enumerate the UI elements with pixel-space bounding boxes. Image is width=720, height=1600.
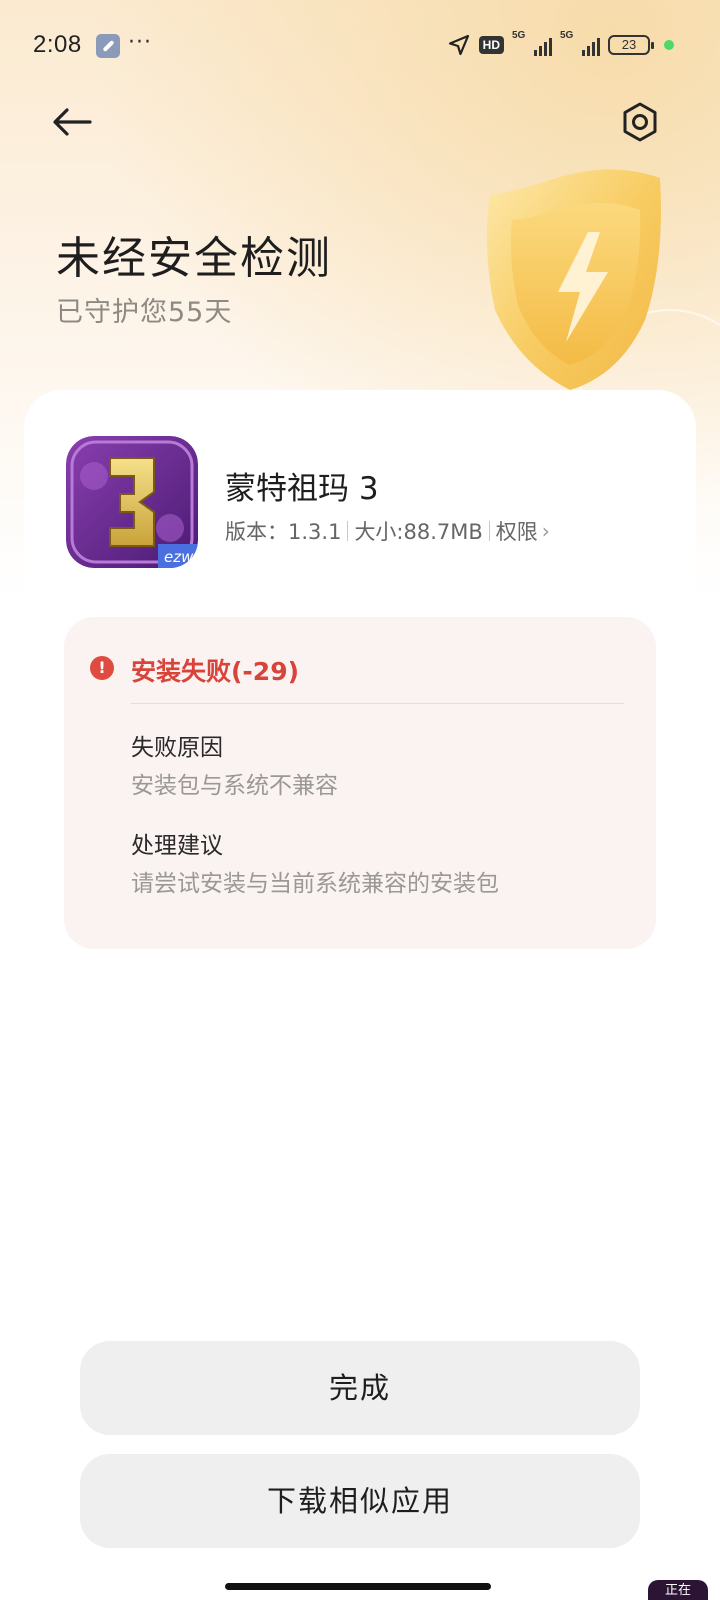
- status-time: 2:08: [33, 31, 82, 58]
- battery-icon: 23: [608, 35, 654, 55]
- install-result-screen: 2:08 ··· HD 5G 5G 23 未经安全检测 已守护您55天 ezw …: [0, 0, 720, 1600]
- gear-icon: [623, 102, 657, 142]
- back-arrow-icon: [53, 108, 92, 136]
- floating-window-label: 正在: [664, 1583, 691, 1598]
- error-divider: [131, 703, 624, 704]
- advice-label: 处理建议: [131, 833, 223, 859]
- app-icon: ezw: [66, 436, 198, 568]
- page-title: 未经安全检测: [56, 233, 332, 284]
- home-indicator[interactable]: [225, 1583, 491, 1590]
- hd-voice-icon: HD: [478, 36, 504, 54]
- signal-5g-icon-2: 5G: [560, 30, 600, 58]
- floating-window-thumbnail[interactable]: 正在: [648, 1580, 708, 1600]
- shield-illustration: [460, 150, 720, 491]
- settings-button[interactable]: [616, 98, 664, 150]
- app-size: 大小:88.7MB: [354, 520, 483, 544]
- failure-reason-label: 失败原因: [131, 735, 223, 761]
- status-icons: HD 5G 5G 23: [447, 30, 674, 60]
- chevron-right-icon: ›: [541, 519, 550, 543]
- location-arrow-icon: [447, 33, 471, 57]
- error-icon: !: [90, 656, 114, 680]
- protection-days: 已守护您55天: [56, 297, 233, 328]
- more-notifications-icon: ···: [128, 30, 152, 55]
- meta-separator: [347, 521, 349, 541]
- failure-reason-value: 安装包与系统不兼容: [131, 773, 338, 799]
- permissions-label: 权限: [495, 520, 538, 544]
- permissions-link[interactable]: 权限 ›: [496, 516, 550, 546]
- advice-value: 请尝试安装与当前系统兼容的安装包: [131, 871, 499, 897]
- app-meta: 版本：1.3.1 大小:88.7MB 权限 ›: [225, 516, 550, 546]
- done-button[interactable]: 完成: [80, 1341, 640, 1435]
- privacy-indicator-dot: [664, 40, 674, 50]
- meta-separator: [488, 521, 490, 541]
- error-title: 安装失败(-29): [131, 657, 300, 686]
- app-name: 蒙特祖玛 3: [225, 471, 379, 507]
- status-bar: 2:08 ··· HD 5G 5G 23: [0, 0, 720, 92]
- app-version: 版本：1.3.1: [225, 520, 342, 544]
- download-similar-button[interactable]: 下载相似应用: [80, 1454, 640, 1548]
- signal-5g-icon: 5G: [512, 30, 552, 58]
- wrench-icon: [96, 34, 120, 58]
- back-button[interactable]: [48, 100, 96, 148]
